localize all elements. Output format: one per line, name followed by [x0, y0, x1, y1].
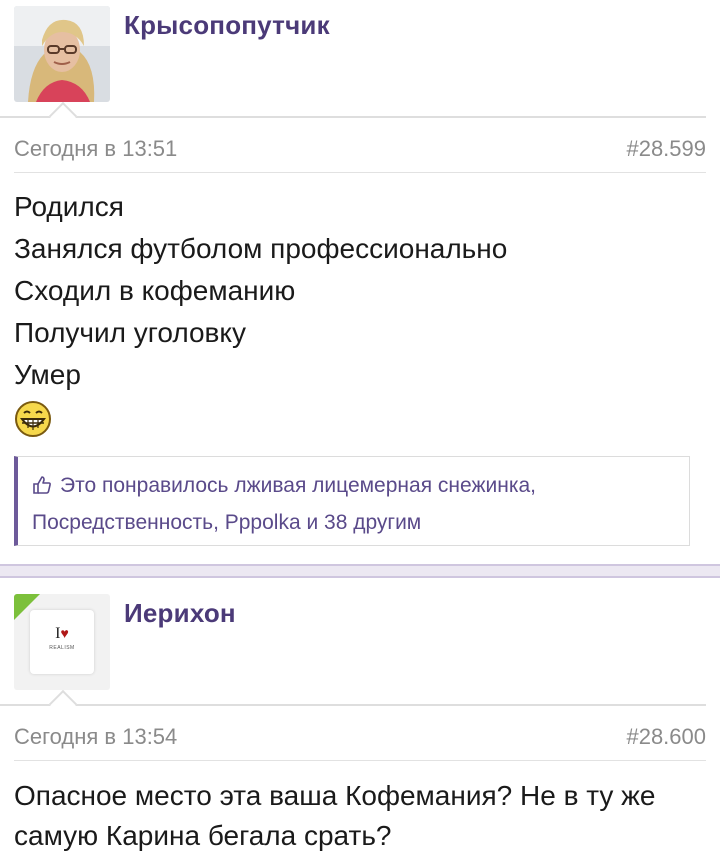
- body-line: Умер: [14, 359, 81, 390]
- meta-divider: [14, 760, 706, 761]
- meta-divider: [14, 172, 706, 173]
- grinning-face-icon: [14, 400, 52, 450]
- avatar-pointer: [48, 101, 78, 131]
- post-separator: [0, 564, 720, 578]
- avatar[interactable]: [14, 6, 110, 102]
- likes-text-line1[interactable]: Это понравилось лживая лицемерная снежин…: [60, 474, 536, 497]
- new-badge: [14, 594, 40, 620]
- avatar-pointer: [48, 689, 78, 719]
- avatar[interactable]: I♥ REALISM: [14, 594, 110, 690]
- post-number[interactable]: #28.599: [626, 136, 706, 162]
- body-line: самую Карина бегала срать?: [14, 820, 392, 851]
- body-line: Занялся футболом профессионально: [14, 233, 508, 264]
- body-line: Опасное место эта ваша Кофемания? Не в т…: [14, 780, 656, 811]
- heart-icon: ♥: [60, 627, 69, 642]
- thumbs-up-icon[interactable]: [32, 472, 52, 506]
- body-line: Сходил в кофеманию: [14, 275, 296, 306]
- post-meta: Сегодня в 13:54 #28.600: [14, 724, 706, 750]
- header-divider: [0, 704, 706, 706]
- post-number[interactable]: #28.600: [626, 724, 706, 750]
- body-line: Родился: [14, 191, 124, 222]
- post-body: Опасное место эта ваша Кофемания? Не в т…: [14, 776, 655, 856]
- avatar-subtext: REALISM: [49, 645, 75, 651]
- likes-box: Это понравилось лживая лицемерная снежин…: [14, 456, 690, 546]
- username[interactable]: Иерихон: [124, 598, 236, 629]
- header-divider: [0, 116, 706, 118]
- likes-text-line2[interactable]: Посредственность, Pppolka и 38 другим: [32, 506, 689, 540]
- post-28600: I♥ REALISM Иерихон Сегодня в 13:54 #28.6…: [0, 578, 720, 864]
- post-date[interactable]: Сегодня в 13:54: [14, 724, 177, 750]
- body-line: Получил уголовку: [14, 317, 246, 348]
- post-body: Родился Занялся футболом профессионально…: [14, 186, 507, 438]
- post-28599: Крысопопутчик Сегодня в 13:51 #28.599 Ро…: [0, 0, 720, 560]
- post-meta: Сегодня в 13:51 #28.599: [14, 136, 706, 162]
- post-date[interactable]: Сегодня в 13:51: [14, 136, 177, 162]
- username[interactable]: Крысопопутчик: [124, 10, 330, 41]
